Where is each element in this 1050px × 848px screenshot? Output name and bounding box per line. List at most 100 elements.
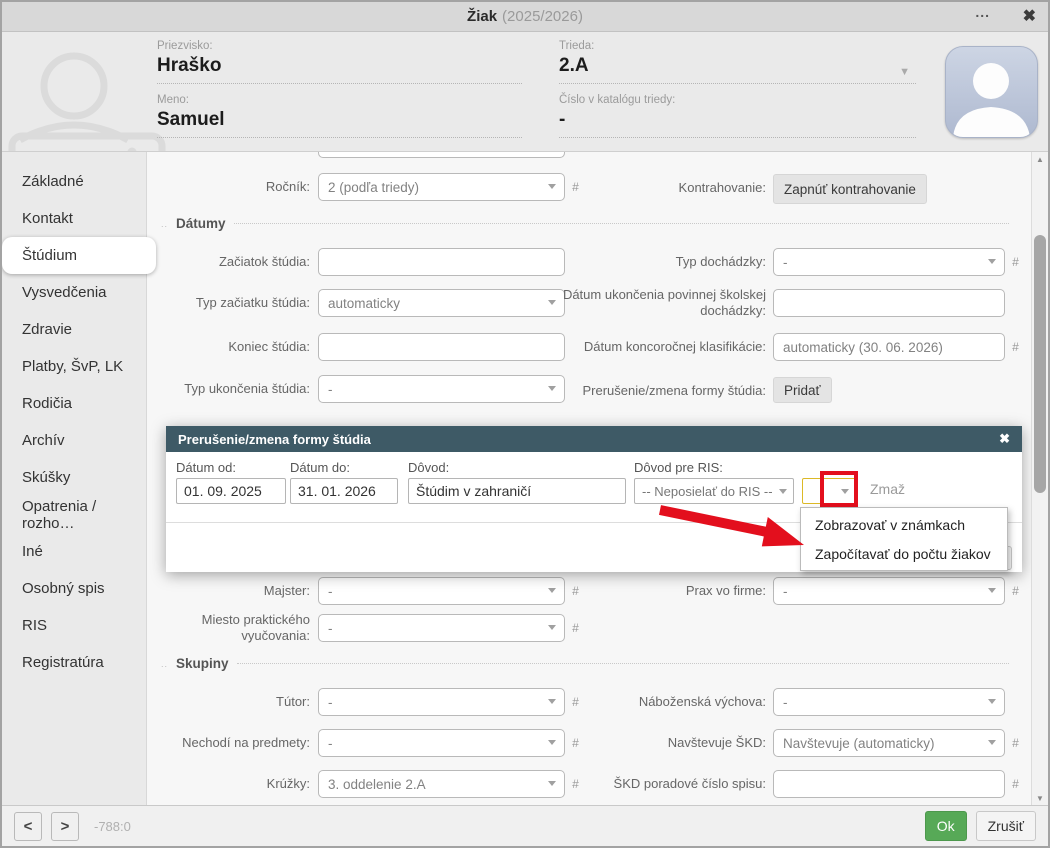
sidebar-item-opatrenia-rozho-[interactable]: Opatrenia / rozho… <box>2 496 146 533</box>
modal-label-dovod: Dôvod: <box>408 460 449 475</box>
sidebar-item-registrat-ra[interactable]: Registratúra <box>2 644 146 681</box>
sidebar-item-zdravie[interactable]: Zdravie <box>2 311 146 348</box>
student-header: Priezvisko:HraškoTrieda:2.A▼Meno:SamuelČ… <box>2 32 1048 152</box>
chevron-down-icon[interactable]: ▼ <box>899 66 910 78</box>
input-datum_koncorocnej_klasifikacie[interactable]: automaticky (30. 06. 2026) <box>773 333 1005 361</box>
field-label-typ_dochadzky: Typ dochádzky: <box>545 240 766 284</box>
field-value: - <box>783 584 788 599</box>
add-interruption-button[interactable]: Pridať <box>773 377 832 403</box>
header-field-value[interactable]: 2.A <box>559 55 916 81</box>
modal-input-datum_od[interactable]: 01. 09. 2025 <box>176 478 286 504</box>
dropdown-option-2[interactable]: Započítavať do počtu žiakov <box>801 539 1007 568</box>
field-label-kruzky: Krúžky: <box>147 762 310 805</box>
ok-button[interactable]: Ok <box>925 811 967 841</box>
close-icon[interactable]: ✖ <box>1023 6 1036 26</box>
field-label-miesto_praktickeho_vyucovania: Miesto praktického vyučovania: <box>147 606 310 650</box>
modal-select-dovod_pre_ris[interactable]: -- Neposielať do RIS -- <box>634 478 794 504</box>
student-dialog-window: Žiak (2025/2026) ... ✖ Priezvisko:Hraško… <box>0 0 1050 848</box>
field-value: - <box>328 621 333 636</box>
modal-field-value: Štúdim v zahraničí <box>416 483 531 499</box>
field-value: - <box>328 736 333 751</box>
more-options-icon[interactable]: ... <box>975 4 990 20</box>
record-position-text: -788:0 <box>94 819 131 834</box>
hash-link-icon[interactable]: # <box>1012 255 1019 269</box>
chevron-down-icon <box>988 740 996 745</box>
hash-link-icon[interactable]: # <box>1012 736 1019 750</box>
header-field-value[interactable]: - <box>559 109 916 135</box>
select-nabozenska_vychova[interactable]: - <box>773 688 1005 716</box>
scroll-up-icon[interactable]: ▲ <box>1032 152 1048 166</box>
student-avatar[interactable] <box>945 46 1038 138</box>
header-field-label: Meno: <box>157 94 522 106</box>
vertical-scrollbar[interactable]: ▲ ▼ <box>1031 152 1048 805</box>
section-drag-handle: .. <box>161 659 168 669</box>
sidebar-item-platby-vp-lk[interactable]: Platby, ŠvP, LK <box>2 348 146 385</box>
header-field-value[interactable]: Samuel <box>157 109 522 135</box>
modal-header: Prerušenie/zmena formy štúdia ✖ <box>166 426 1022 452</box>
modal-input-datum_do[interactable]: 31. 01. 2026 <box>290 478 398 504</box>
field-label-prerusenie_pridat: Prerušenie/zmena formy štúdia: <box>545 369 766 413</box>
modal-input-dovod[interactable]: Štúdim v zahraničí <box>408 478 626 504</box>
hash-link-icon[interactable]: # <box>1012 340 1019 354</box>
modal-field-value: 31. 01. 2026 <box>298 483 376 499</box>
sidebar-item--t-dium[interactable]: Štúdium <box>2 237 156 274</box>
field-value: - <box>328 382 333 397</box>
field-label-kontrahovanie: Kontrahovanie: <box>545 166 766 210</box>
select-kruzky[interactable]: 3. oddelenie 2.A <box>318 770 565 798</box>
select-prax_vo_firme[interactable]: - <box>773 577 1005 605</box>
scrollbar-thumb[interactable] <box>1034 235 1046 493</box>
field-value: 3. oddelenie 2.A <box>328 777 426 792</box>
clipped-select-above[interactable] <box>318 152 565 158</box>
sidebar-item-z-kladn-[interactable]: Základné <box>2 163 146 200</box>
scroll-down-icon[interactable]: ▼ <box>1032 791 1048 805</box>
input-zaciatok_studia[interactable] <box>318 248 565 276</box>
cancel-button[interactable]: Zrušiť <box>976 811 1036 841</box>
input-koniec_studia[interactable] <box>318 333 565 361</box>
input-datum_ukoncenia_psd[interactable] <box>773 289 1005 317</box>
enable-contracting-button[interactable]: Zapnúť kontrahovanie <box>773 174 927 204</box>
header-field-label: Priezvisko: <box>157 40 522 52</box>
field-label-skd_poradove_cislo: ŠKD poradové číslo spisu: <box>545 762 766 805</box>
header-field-value[interactable]: Hraško <box>157 55 522 81</box>
field-label-typ_ukoncenia_studia: Typ ukončenia štúdia: <box>147 367 310 411</box>
modal-close-icon[interactable]: ✖ <box>999 431 1010 447</box>
field-label-typ_zaciatku_studia: Typ začiatku štúdia: <box>147 281 310 325</box>
sidebar-item-kontakt[interactable]: Kontakt <box>2 200 146 237</box>
select-typ_zaciatku_studia[interactable]: automaticky <box>318 289 565 317</box>
hash-link-icon[interactable]: # <box>1012 777 1019 791</box>
select-typ_ukoncenia_studia[interactable]: - <box>318 375 565 403</box>
sidebar-item-in-[interactable]: Iné <box>2 533 146 570</box>
sidebar-item-vysved-enia[interactable]: Vysvedčenia <box>2 274 146 311</box>
input-skd_poradove_cislo[interactable] <box>773 770 1005 798</box>
next-record-button[interactable]: > <box>51 812 79 841</box>
chevron-down-icon[interactable] <box>779 489 787 494</box>
sidebar-item-sk-ky[interactable]: Skúšky <box>2 459 146 496</box>
dropdown-option-1[interactable]: Zobrazovať v známkach <box>801 510 1007 539</box>
select-navstevuje_skd[interactable]: Navštevuje (automaticky) <box>773 729 1005 757</box>
sidebar-item-arch-v[interactable]: Archív <box>2 422 146 459</box>
sidebar-item-rodi-ia[interactable]: Rodičia <box>2 385 146 422</box>
sidebar-item-osobn-spis[interactable]: Osobný spis <box>2 570 146 607</box>
section-divider-line <box>237 663 1009 664</box>
select-typ_dochadzky[interactable]: - <box>773 248 1005 276</box>
prev-record-button[interactable]: < <box>14 812 42 841</box>
field-value: - <box>783 255 788 270</box>
sidebar-item-ris[interactable]: RIS <box>2 607 146 644</box>
select-miesto_praktickeho_vyucovania[interactable]: - <box>318 614 565 642</box>
modal-title: Prerušenie/zmena formy štúdia <box>178 432 999 447</box>
hash-link-icon[interactable]: # <box>1012 584 1019 598</box>
field-label-prax_vo_firme: Prax vo firme: <box>545 569 766 613</box>
modal-field-value: 01. 09. 2025 <box>184 483 262 499</box>
field-value: automaticky (30. 06. 2026) <box>783 340 943 355</box>
chevron-down-icon <box>988 588 996 593</box>
select-majster[interactable]: - <box>318 577 565 605</box>
hash-link-icon[interactable]: # <box>572 621 579 635</box>
select-tutor[interactable]: - <box>318 688 565 716</box>
select-rocnik[interactable]: 2 (podľa triedy) <box>318 173 565 201</box>
select-nechodi_na_predmety[interactable]: - <box>318 729 565 757</box>
chevron-down-icon <box>548 625 556 630</box>
modal-label-dovod_pre_ris: Dôvod pre RIS: <box>634 460 723 475</box>
modal-label-datum_od: Dátum od: <box>176 460 236 475</box>
delete-row-link[interactable]: Zmaž <box>870 481 905 497</box>
annotation-highlight-box <box>820 471 858 507</box>
